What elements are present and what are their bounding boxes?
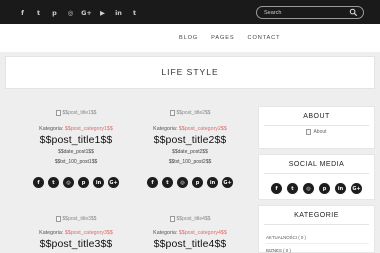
post-image[interactable]: $$post_title3$$ xyxy=(16,214,136,223)
linkedin-icon[interactable]: in xyxy=(335,183,346,194)
post-card: $$post_title3$$ Kategoria: $$post_catego… xyxy=(16,214,136,250)
post-image[interactable]: $$post_title1$$ xyxy=(16,108,136,117)
twitter-icon[interactable]: t xyxy=(162,177,173,188)
linkedin-icon[interactable]: in xyxy=(113,7,124,18)
pinterest-icon[interactable]: p xyxy=(49,7,60,18)
search-icon[interactable] xyxy=(349,8,358,17)
divider xyxy=(264,125,369,126)
google-plus-icon[interactable]: G+ xyxy=(351,183,362,194)
post-image-alt: $$post_title2$$ xyxy=(176,109,211,116)
about-image-alt: About xyxy=(313,129,327,135)
instagram-icon[interactable]: ◎ xyxy=(65,7,76,18)
post-title[interactable]: $$post_title1$$ xyxy=(16,134,136,146)
nav-item-blog[interactable]: BLOG xyxy=(179,35,198,41)
top-social-icons: f t p ◎ G+ ▶ in t xyxy=(17,7,140,18)
facebook-icon[interactable]: f xyxy=(17,7,28,18)
post-category-label: Kategoria: xyxy=(153,230,178,236)
post-category-link[interactable]: $$post_category3$$ xyxy=(65,230,113,236)
post-title[interactable]: $$post_title3$$ xyxy=(16,238,136,250)
instagram-icon[interactable]: ◎ xyxy=(303,183,314,194)
about-title: ABOUT xyxy=(303,113,330,120)
post-category: Kategoria: $$post_category3$$ xyxy=(16,230,136,236)
pinterest-icon[interactable]: p xyxy=(192,177,203,188)
category-list: AKTUALNOŚCI ( 0 ) BIZNES ( 0 ) xyxy=(259,231,374,253)
post-category-link[interactable]: $$post_category4$$ xyxy=(179,230,227,236)
social-media-widget: SOCIAL MEDIA f t ◎ p in G+ xyxy=(258,154,375,200)
post-title[interactable]: $$post_title4$$ xyxy=(130,238,250,250)
category-banner: LIFE STYLE xyxy=(5,56,375,89)
tumblr-icon[interactable]: t xyxy=(129,7,140,18)
post-category-link[interactable]: $$post_category1$$ xyxy=(65,126,113,132)
instagram-icon[interactable]: ◎ xyxy=(63,177,74,188)
linkedin-icon[interactable]: in xyxy=(93,177,104,188)
categories-widget: KATEGORIE AKTUALNOŚCI ( 0 ) BIZNES ( 0 ) xyxy=(258,205,375,253)
category-item-aktualnosci[interactable]: AKTUALNOŚCI ( 0 ) xyxy=(266,231,369,244)
post-excerpt: $$txt_100_post1$$ xyxy=(54,159,98,165)
post-card: $$post_title1$$ Kategoria: $$post_catego… xyxy=(16,108,136,188)
nav-item-contact[interactable]: CONTACT xyxy=(248,35,281,41)
post-excerpt: $$txt_100_post2$$ xyxy=(168,159,212,165)
category-item-biznes[interactable]: BIZNES ( 0 ) xyxy=(266,244,369,253)
broken-image-icon xyxy=(169,109,175,116)
social-media-title: SOCIAL MEDIA xyxy=(288,161,345,168)
post-date: $$date_post1$$ xyxy=(58,149,94,155)
post-date: $$date_post2$$ xyxy=(172,149,208,155)
sidebar-social-icons: f t ◎ p in G+ xyxy=(259,183,374,194)
about-widget: ABOUT About xyxy=(258,106,375,149)
about-image: About xyxy=(259,129,374,135)
broken-image-icon xyxy=(306,129,312,135)
twitter-icon[interactable]: t xyxy=(287,183,298,194)
post-share-icons: f t ◎ p in G+ xyxy=(130,177,250,188)
post-category-link[interactable]: $$post_category2$$ xyxy=(179,126,227,132)
top-bar: f t p ◎ G+ ▶ in t xyxy=(0,0,380,24)
post-category-label: Kategoria: xyxy=(39,126,64,132)
nav-item-pages[interactable]: PAGES xyxy=(211,35,234,41)
linkedin-icon[interactable]: in xyxy=(207,177,218,188)
post-card: $$post_title2$$ Kategoria: $$post_catego… xyxy=(130,108,250,188)
post-image-alt: $$post_title1$$ xyxy=(62,109,97,116)
post-category: Kategoria: $$post_category4$$ xyxy=(130,230,250,236)
google-plus-icon[interactable]: G+ xyxy=(81,7,92,18)
pinterest-icon[interactable]: p xyxy=(78,177,89,188)
search-box xyxy=(256,6,364,19)
post-title[interactable]: $$post_title2$$ xyxy=(130,134,250,146)
post-card: $$post_title4$$ Kategoria: $$post_catego… xyxy=(130,214,250,250)
facebook-icon[interactable]: f xyxy=(271,183,282,194)
post-category-label: Kategoria: xyxy=(153,126,178,132)
youtube-icon[interactable]: ▶ xyxy=(97,7,108,18)
categories-title: KATEGORIE xyxy=(294,212,339,219)
post-category: Kategoria: $$post_category2$$ xyxy=(130,126,250,132)
broken-image-icon xyxy=(55,109,61,116)
post-image-alt: $$post_title4$$ xyxy=(176,215,211,222)
google-plus-icon[interactable]: G+ xyxy=(222,177,233,188)
post-image-alt: $$post_title3$$ xyxy=(62,215,97,222)
pinterest-icon[interactable]: p xyxy=(319,183,330,194)
post-image[interactable]: $$post_title2$$ xyxy=(130,108,250,117)
instagram-icon[interactable]: ◎ xyxy=(177,177,188,188)
page-title: LIFE STYLE xyxy=(161,67,219,77)
facebook-icon[interactable]: f xyxy=(33,177,44,188)
google-plus-icon[interactable]: G+ xyxy=(108,177,119,188)
search-input[interactable] xyxy=(264,8,348,18)
broken-image-icon xyxy=(169,215,175,222)
facebook-icon[interactable]: f xyxy=(147,177,158,188)
twitter-icon[interactable]: t xyxy=(48,177,59,188)
divider xyxy=(264,224,369,225)
main-navigation: BLOG PAGES CONTACT xyxy=(0,24,380,52)
post-share-icons: f t ◎ p in G+ xyxy=(16,177,136,188)
broken-image-icon xyxy=(55,215,61,222)
post-image[interactable]: $$post_title4$$ xyxy=(130,214,250,223)
divider xyxy=(264,173,369,174)
twitter-icon[interactable]: t xyxy=(33,7,44,18)
post-category-label: Kategoria: xyxy=(39,230,64,236)
post-category: Kategoria: $$post_category1$$ xyxy=(16,126,136,132)
